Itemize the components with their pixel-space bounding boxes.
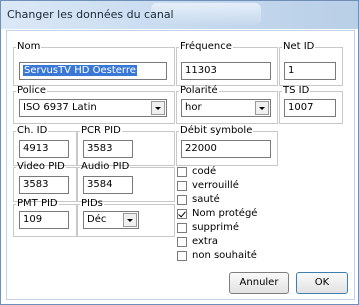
ts-id-label: TS ID — [283, 85, 310, 96]
flag-code[interactable]: codé — [177, 166, 216, 177]
audio-pid-input[interactable]: 3584 — [83, 176, 133, 194]
flag-extra[interactable]: extra — [177, 236, 218, 247]
flag-nom-protege[interactable]: Nom protégé — [177, 208, 257, 219]
chevron-down-icon[interactable] — [151, 101, 165, 115]
pcr-pid-label: PCR PID — [81, 125, 121, 136]
title-bar[interactable]: Changer les données du canal — [1, 1, 358, 29]
net-id-label: Net ID — [283, 41, 315, 52]
flag-label: Nom protégé — [192, 208, 258, 219]
debit-symbole-label: Débit symbole — [180, 125, 253, 136]
flag-label: extra — [192, 236, 219, 247]
police-select[interactable]: ISO 6937 Latin — [19, 99, 167, 117]
pmt-pid-input[interactable]: 109 — [19, 211, 69, 229]
window-title: Changer les données du canal — [7, 8, 174, 21]
polarite-label: Polarité — [180, 85, 218, 96]
flag-supprime[interactable]: supprimé — [177, 222, 239, 233]
nom-label: Nom — [17, 41, 41, 52]
flag-label: non souhaité — [192, 250, 257, 261]
checkbox[interactable] — [177, 194, 187, 205]
cancel-button[interactable]: Annuler — [229, 272, 289, 294]
ok-button[interactable]: OK — [296, 272, 348, 294]
checkbox[interactable] — [177, 180, 187, 191]
flag-non-souhaite[interactable]: non souhaité — [177, 250, 257, 261]
polarite-select[interactable]: hor — [181, 99, 271, 117]
flag-label: verrouillé — [192, 180, 239, 191]
pmt-pid-label: PMT PID — [17, 198, 58, 209]
flag-label: supprimé — [192, 222, 240, 233]
flag-saute[interactable]: sauté — [177, 194, 220, 205]
pids-value: Déc — [87, 214, 107, 225]
flag-label: sauté — [192, 194, 220, 205]
police-value: ISO 6937 Latin — [23, 102, 97, 113]
ch-id-input[interactable]: 4913 — [19, 140, 69, 158]
checkbox[interactable] — [177, 166, 187, 177]
pids-label: PIDs — [81, 198, 103, 209]
pids-select[interactable]: Déc — [83, 211, 139, 229]
video-pid-label: Video PID — [17, 161, 65, 172]
debit-symbole-input[interactable]: 22000 — [181, 140, 271, 158]
nom-input[interactable]: ServusTV HD Oesterre — [19, 62, 167, 80]
video-pid-input[interactable]: 3583 — [19, 176, 69, 194]
frequence-label: Fréquence — [180, 41, 232, 52]
frequence-input[interactable]: 11303 — [181, 62, 271, 80]
polarite-value: hor — [185, 102, 202, 113]
channel-dialog: Changer les données du canal Nom ServusT… — [0, 0, 359, 305]
checkbox[interactable] — [177, 236, 187, 247]
checkbox[interactable] — [177, 222, 187, 233]
ts-id-input[interactable]: 1007 — [284, 99, 336, 117]
dialog-body: Nom ServusTV HD Oesterre Fréquence 11303… — [6, 30, 355, 300]
flag-verrouille[interactable]: verrouillé — [177, 180, 239, 191]
net-id-input[interactable]: 1 — [284, 62, 336, 80]
pcr-pid-input[interactable]: 3583 — [83, 140, 133, 158]
audio-pid-label: Audio PID — [81, 161, 130, 172]
chevron-down-icon[interactable] — [123, 213, 137, 227]
checkbox-checked[interactable] — [177, 208, 187, 219]
checkbox[interactable] — [177, 250, 187, 261]
ch-id-label: Ch. ID — [17, 125, 48, 136]
nom-value: ServusTV HD Oesterre — [23, 65, 137, 76]
police-label: Police — [17, 85, 46, 96]
chevron-down-icon[interactable] — [255, 101, 269, 115]
flag-label: codé — [192, 166, 217, 177]
